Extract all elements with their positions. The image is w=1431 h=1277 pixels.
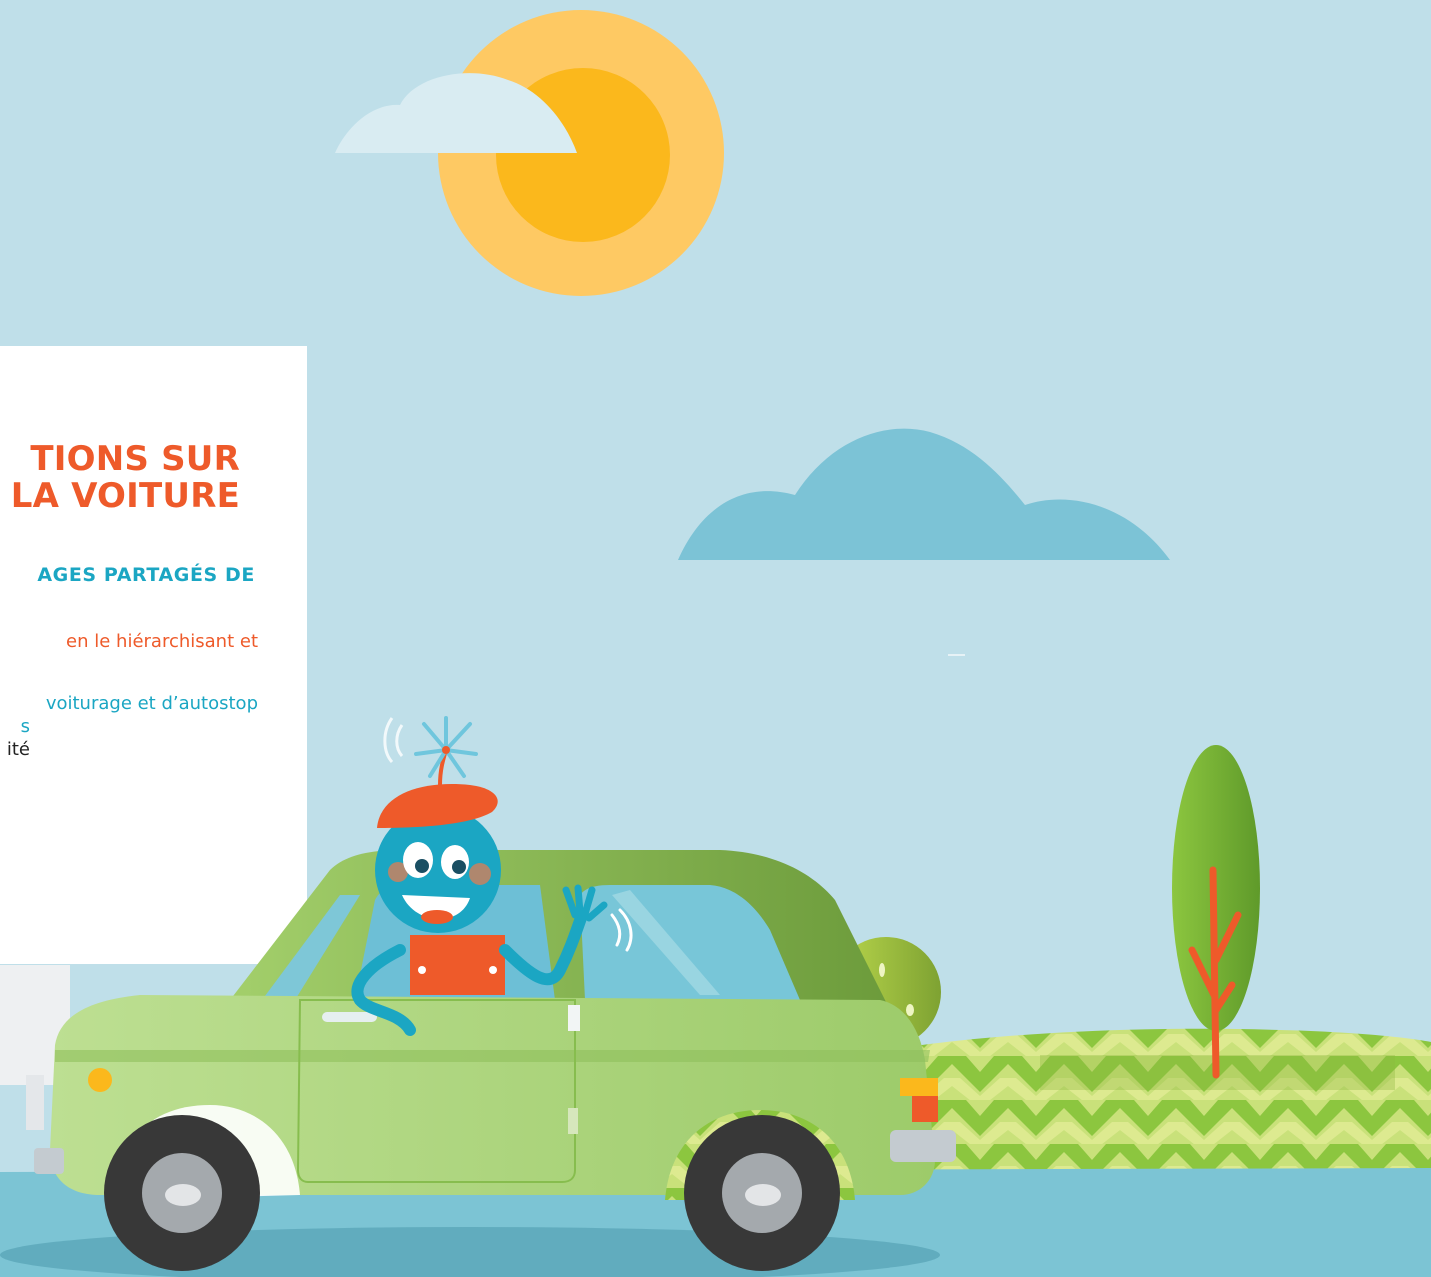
wheel (684, 1115, 840, 1271)
car-icon (34, 850, 956, 1271)
wheel (104, 1115, 260, 1271)
car-layer (0, 716, 956, 1271)
